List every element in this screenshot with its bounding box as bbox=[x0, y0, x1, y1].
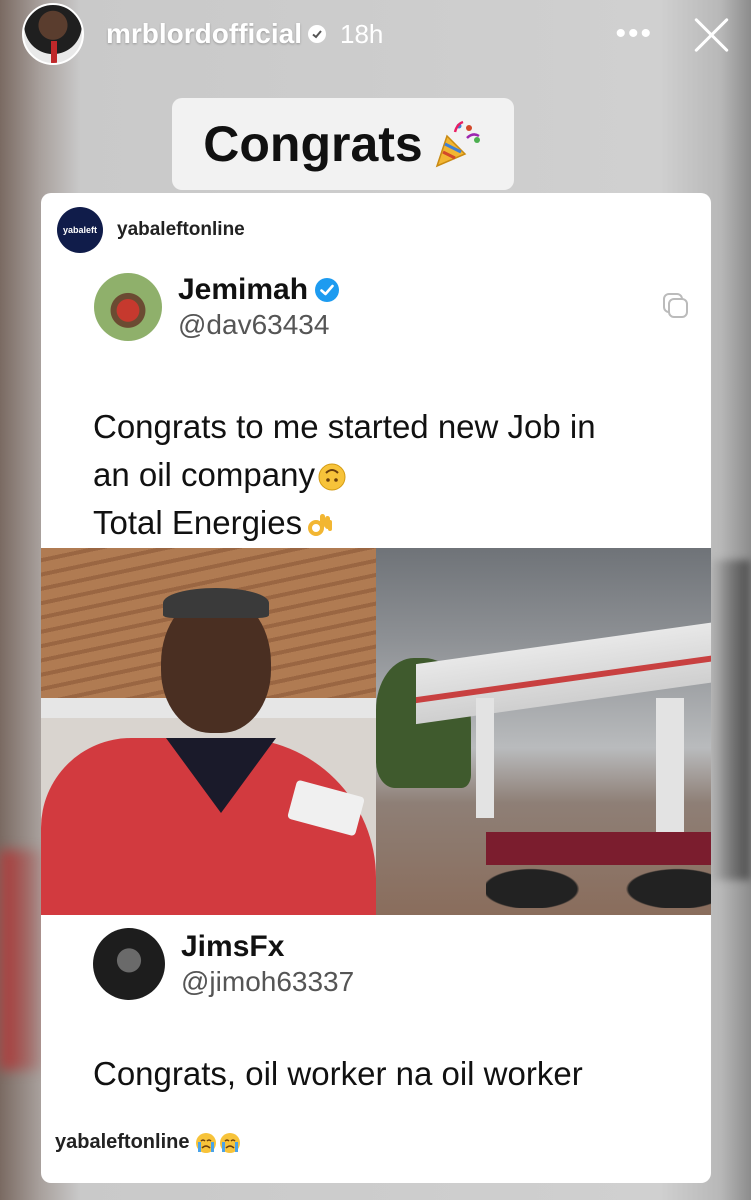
tweet-photos[interactable] bbox=[41, 548, 711, 915]
story-time: 18h bbox=[340, 18, 384, 49]
reply-avatar bbox=[93, 928, 165, 1000]
more-options-icon[interactable]: ••• bbox=[615, 17, 653, 51]
upside-down-face-emoji-icon bbox=[318, 463, 346, 491]
tweet-line-2: an oil company bbox=[93, 456, 315, 493]
crying-face-icon bbox=[196, 1132, 217, 1153]
background-blur-dark bbox=[709, 560, 751, 880]
tweet-author-name: Jemimah bbox=[178, 273, 309, 306]
congrats-sticker: Congrats bbox=[172, 98, 514, 190]
sticker-text: Congrats bbox=[203, 116, 423, 172]
tweet-line-3: Total Energies bbox=[93, 504, 303, 541]
story-header: mrblordofficial 18h ••• bbox=[22, 3, 731, 65]
tweet-line-1: Congrats to me started new Job in bbox=[93, 408, 596, 445]
tweet-avatar bbox=[94, 273, 162, 341]
ok-hand-emoji-icon bbox=[308, 514, 333, 537]
profile-avatar[interactable] bbox=[22, 3, 84, 65]
tweet-author: Jemimah @dav63434 bbox=[94, 273, 340, 341]
reply-author-handle: @jimoh63337 bbox=[181, 966, 355, 997]
crying-face-icon-2 bbox=[220, 1132, 241, 1153]
party-popper-icon bbox=[435, 120, 480, 168]
copy-icon bbox=[663, 293, 688, 318]
reposted-post-card[interactable]: yabaleft yabaleftonline Jemimah @dav6343… bbox=[41, 193, 711, 1183]
tweet-line-3-wrap: Total Energies bbox=[93, 499, 673, 547]
reply-author: JimsFx @jimoh63337 bbox=[93, 928, 354, 1000]
reply-author-name: JimsFx bbox=[181, 930, 285, 963]
post-source: yabaleft yabaleftonline bbox=[57, 207, 245, 253]
story-username[interactable]: mrblordofficial bbox=[106, 18, 302, 50]
reply-text: Congrats, oil worker na oil worker bbox=[93, 1055, 583, 1092]
tweet-author-handle: @dav63434 bbox=[178, 309, 330, 340]
caption-username[interactable]: yabaleftonline bbox=[55, 1131, 189, 1154]
selfie-photo[interactable] bbox=[41, 548, 376, 915]
yabaleft-logo[interactable]: yabaleft bbox=[57, 207, 103, 253]
tweet-text: Congrats to me started new Job in an oil… bbox=[93, 403, 673, 547]
tweet-line-2-wrap: an oil company bbox=[93, 451, 673, 499]
fuel-station-photo[interactable] bbox=[376, 548, 711, 915]
verified-badge-icon bbox=[315, 278, 340, 302]
close-icon[interactable] bbox=[691, 14, 731, 54]
post-caption: yabaleftonline bbox=[55, 1131, 241, 1154]
verified-icon bbox=[308, 25, 327, 43]
source-username[interactable]: yabaleftonline bbox=[117, 219, 245, 241]
